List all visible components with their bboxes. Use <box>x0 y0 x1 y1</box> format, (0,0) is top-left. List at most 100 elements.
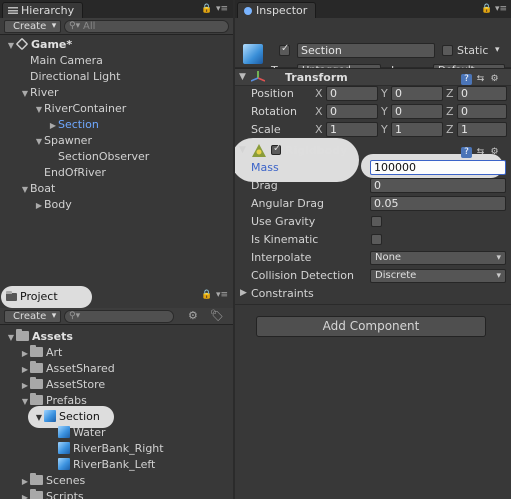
static-dropdown-icon[interactable]: ▾ <box>495 43 500 58</box>
filter-by-label-icon[interactable]: 🏷 <box>210 309 224 322</box>
position-x-field[interactable]: 0 <box>326 86 378 101</box>
project-item[interactable]: RiverBank_Right <box>0 441 233 457</box>
collapse-arrow-icon[interactable]: ▶ <box>20 378 30 394</box>
rigidbody-header[interactable]: ▼ Rigidbody ?⇆⚙ <box>235 142 511 160</box>
preset-icon[interactable]: ⇆ <box>475 147 486 158</box>
static-checkbox[interactable] <box>442 45 453 56</box>
collapse-arrow-icon[interactable]: ▶ <box>20 474 30 490</box>
panel-menu-icon[interactable]: ▾≡ <box>216 4 228 14</box>
hierarchy-item[interactable]: ▼ Game* <box>0 37 233 53</box>
folder-icon <box>30 361 43 373</box>
filter-by-type-icon[interactable]: ⚙ <box>188 309 198 322</box>
project-item[interactable]: ▶ Art <box>0 345 233 361</box>
gear-icon[interactable]: ⚙ <box>489 147 500 158</box>
angular-drag-field[interactable]: 0.05 <box>370 196 506 211</box>
position-z-field[interactable]: 0 <box>457 86 507 101</box>
collapse-arrow-icon[interactable]: ▼ <box>239 70 246 85</box>
scale-z-field[interactable]: 1 <box>457 122 507 137</box>
expand-arrow-icon[interactable]: ▼ <box>20 394 30 410</box>
hierarchy-item[interactable]: ▼ Boat <box>0 181 233 197</box>
project-item[interactable]: ▼ Section <box>0 409 233 425</box>
object-header: Section Static ▾ Tag Untagged Layer Defa… <box>235 18 511 78</box>
rigidbody-enabled-icon[interactable] <box>271 143 281 155</box>
help-icon[interactable]: ? <box>461 74 472 85</box>
hierarchy-item[interactable]: SectionObserver <box>0 149 233 165</box>
tab-project[interactable]: Project <box>2 289 66 305</box>
hierarchy-item[interactable]: ▼ River <box>0 85 233 101</box>
panel-menu-icon[interactable]: ▾≡ <box>495 4 507 14</box>
project-create-button[interactable]: Create <box>4 310 62 323</box>
constraints-label[interactable]: Constraints <box>251 286 314 301</box>
collapse-arrow-icon[interactable]: ▶ <box>20 490 30 499</box>
tab-inspector-label: Inspector <box>256 4 308 17</box>
search-placeholder: All <box>83 21 96 32</box>
rotation-z-field[interactable]: 0 <box>457 104 507 119</box>
project-item[interactable]: ▶ Scripts <box>0 489 233 499</box>
prefab-cube-icon <box>58 426 70 438</box>
hierarchy-item[interactable]: Main Camera <box>0 53 233 69</box>
project-item[interactable]: ▶ Scenes <box>0 473 233 489</box>
tab-inspector[interactable]: Inspector <box>237 2 317 18</box>
lock-icon[interactable]: 🔒 <box>201 290 212 300</box>
transform-header[interactable]: ▼ Transform ? ⇆ ⚙ <box>235 68 511 86</box>
collapse-arrow-icon[interactable]: ▼ <box>239 143 246 158</box>
expand-arrow-icon[interactable]: ▼ <box>34 102 44 118</box>
project-item[interactable]: ▶ AssetShared <box>0 361 233 377</box>
hierarchy-item[interactable]: ▼ RiverContainer <box>0 101 233 117</box>
lock-icon[interactable]: 🔒 <box>201 4 212 14</box>
scale-y-field[interactable]: 1 <box>391 122 443 137</box>
info-icon <box>244 7 252 15</box>
hierarchy-create-button[interactable]: Create <box>4 20 62 33</box>
project-search-input[interactable]: ⚲▾ <box>64 310 174 323</box>
preset-icon[interactable]: ⇆ <box>475 74 486 85</box>
position-y-label: Y <box>381 87 388 100</box>
expand-arrow-icon[interactable]: ▼ <box>20 86 30 102</box>
is-kinematic-checkbox[interactable] <box>371 234 382 245</box>
rotation-y-field[interactable]: 0 <box>391 104 443 119</box>
project-item[interactable]: ▶ AssetStore <box>0 377 233 393</box>
folder-icon <box>30 345 43 357</box>
expand-arrow-icon[interactable]: ▼ <box>6 330 16 346</box>
collapse-arrow-icon[interactable]: ▶ <box>48 118 58 134</box>
use-gravity-checkbox[interactable] <box>371 216 382 227</box>
interpolate-dropdown[interactable]: None <box>370 251 506 265</box>
hierarchy-item-label: River <box>30 86 59 99</box>
constraints-arrow-icon[interactable]: ▶ <box>240 286 247 301</box>
rotation-x-field[interactable]: 0 <box>326 104 378 119</box>
hierarchy-search-input[interactable]: ⚲▾ All <box>64 20 229 33</box>
collision-detection-dropdown[interactable]: Discrete <box>370 269 506 283</box>
add-component-button[interactable]: Add Component <box>256 316 486 337</box>
collapse-arrow-icon[interactable]: ▶ <box>34 198 44 214</box>
expand-arrow-icon[interactable]: ▼ <box>20 182 30 198</box>
project-item[interactable]: Water <box>0 425 233 441</box>
lock-icon[interactable]: 🔒 <box>481 4 492 14</box>
collapse-arrow-icon[interactable]: ▶ <box>20 362 30 378</box>
position-y-field[interactable]: 0 <box>391 86 443 101</box>
gear-icon[interactable]: ⚙ <box>489 74 500 85</box>
hierarchy-item[interactable]: ▶ Body <box>0 197 233 213</box>
expand-arrow-icon[interactable]: ▼ <box>6 38 16 54</box>
hierarchy-item[interactable]: ▶ Section <box>0 117 233 133</box>
tab-hierarchy-label: Hierarchy <box>21 4 75 17</box>
project-item[interactable]: ▼ Assets <box>0 329 233 345</box>
expand-arrow-icon[interactable]: ▼ <box>34 410 44 426</box>
scale-x-field[interactable]: 1 <box>326 122 378 137</box>
hierarchy-item[interactable]: Directional Light <box>0 69 233 85</box>
folder-icon <box>30 377 43 389</box>
tab-hierarchy[interactable]: Hierarchy <box>2 2 84 18</box>
help-icon[interactable]: ? <box>461 147 472 158</box>
hierarchy-item[interactable]: EndOfRiver <box>0 165 233 181</box>
prefab-cube-icon <box>44 410 56 422</box>
object-name-field[interactable]: Section <box>297 43 435 58</box>
project-item[interactable]: RiverBank_Left <box>0 457 233 473</box>
hierarchy-item-label: Boat <box>30 182 56 195</box>
expand-arrow-icon[interactable]: ▼ <box>34 134 44 150</box>
collapse-arrow-icon[interactable]: ▶ <box>20 346 30 362</box>
mass-field[interactable]: 100000 <box>370 160 506 175</box>
drag-field[interactable]: 0 <box>370 178 506 193</box>
active-checkbox[interactable] <box>279 43 290 56</box>
hierarchy-item[interactable]: ▼ Spawner <box>0 133 233 149</box>
folder-icon <box>30 473 43 485</box>
prefab-cube-icon <box>243 44 263 64</box>
panel-menu-icon[interactable]: ▾≡ <box>216 290 228 300</box>
